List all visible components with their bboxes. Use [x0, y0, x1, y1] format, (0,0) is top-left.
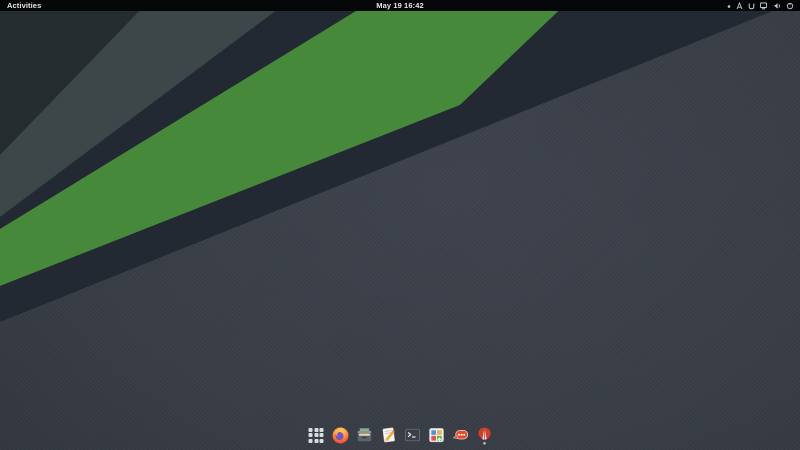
- hot-air-balloon-icon: [475, 426, 493, 447]
- firefox-icon: [331, 426, 349, 444]
- text-editor-launcher[interactable]: [379, 426, 398, 447]
- top-bar: Activities May 19 16:42: [0, 0, 800, 11]
- volume-icon[interactable]: [773, 2, 782, 10]
- files-launcher[interactable]: [355, 426, 374, 447]
- tour-launcher[interactable]: [475, 426, 494, 447]
- chat-bubble-icon: [451, 426, 469, 444]
- activities-button[interactable]: Activities: [0, 0, 48, 11]
- network-wired-icon[interactable]: [759, 2, 768, 10]
- clock-label[interactable]: May 19 16:42: [376, 0, 423, 11]
- battery-icon[interactable]: [786, 2, 794, 10]
- indicator-dot-icon[interactable]: [726, 2, 732, 10]
- file-manager-icon: [355, 426, 373, 444]
- system-status-area[interactable]: [726, 0, 800, 11]
- text-editor-icon: [379, 426, 397, 444]
- show-applications-button[interactable]: [307, 426, 326, 447]
- microphone-icon[interactable]: [748, 2, 755, 10]
- software-store-icon: [427, 426, 445, 444]
- software-launcher[interactable]: [427, 426, 446, 447]
- desktop-wallpaper: [0, 0, 800, 450]
- wallpaper-diagonal-stripes: [0, 0, 800, 450]
- dash-dock: [307, 426, 494, 447]
- terminal-launcher[interactable]: [403, 426, 422, 447]
- input-source-icon[interactable]: [736, 2, 743, 10]
- firefox-launcher[interactable]: [331, 426, 350, 447]
- app-grid-icon: [309, 428, 324, 443]
- terminal-icon: [403, 426, 421, 444]
- chat-launcher[interactable]: [451, 426, 470, 447]
